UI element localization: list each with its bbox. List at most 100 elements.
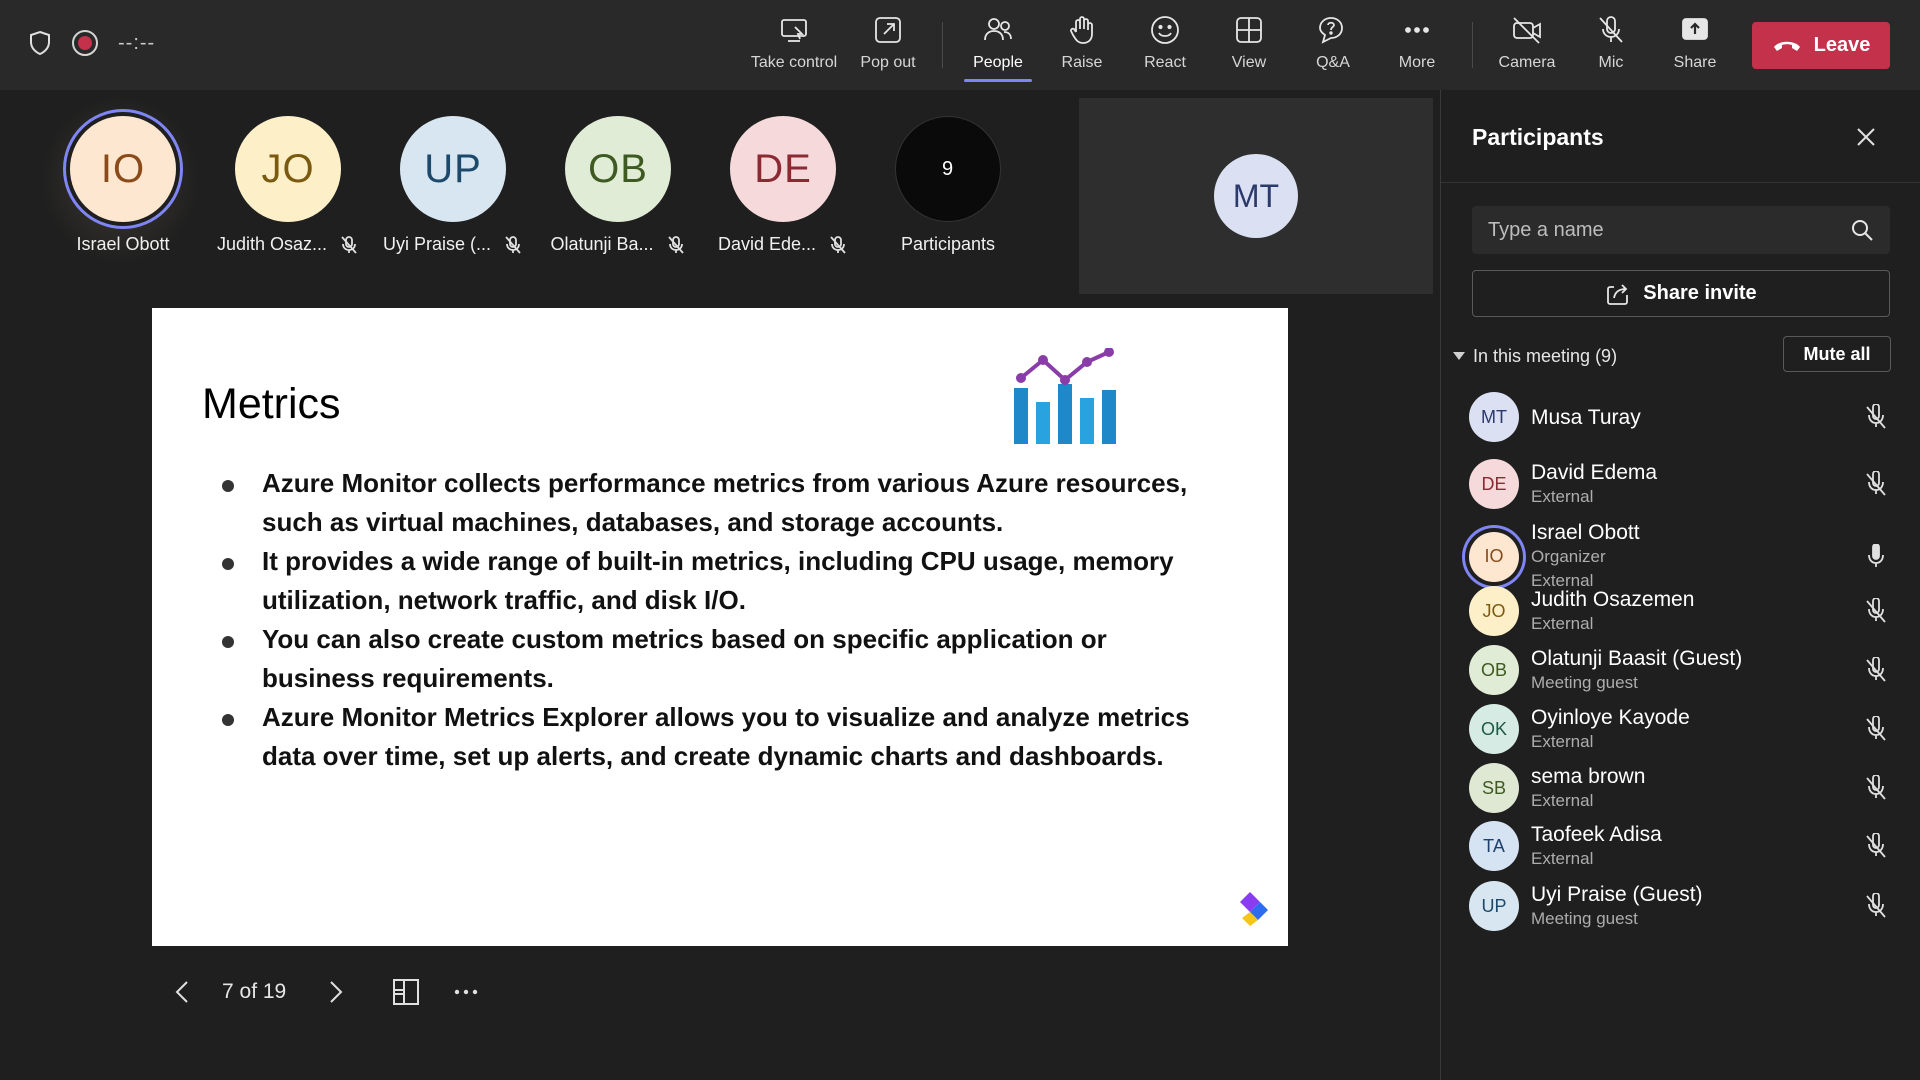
participant-name: Olatunji Ba... xyxy=(550,234,654,254)
hang-up-icon xyxy=(1773,41,1800,51)
more-label: More xyxy=(1398,54,1436,71)
slide-bullet: Azure Monitor collects performance metri… xyxy=(216,464,1226,542)
toolbar-divider xyxy=(942,22,943,68)
close-icon[interactable] xyxy=(1855,126,1877,148)
participant-tile[interactable]: IO Israel Obott xyxy=(48,116,198,276)
more-button[interactable]: More xyxy=(1375,14,1459,80)
participant-row[interactable]: SB sema brown External xyxy=(1469,763,1889,813)
participant-row[interactable]: DE David Edema External xyxy=(1469,459,1889,509)
participant-role: External xyxy=(1531,486,1594,506)
mic-off-icon xyxy=(830,235,846,254)
mic-off-icon[interactable] xyxy=(1863,716,1889,742)
participant-tile[interactable]: JO Judith Osaz... xyxy=(213,116,363,276)
mute-all-button[interactable]: Mute all xyxy=(1783,336,1891,372)
panel-title: Participants xyxy=(1472,124,1604,150)
avatar: OB xyxy=(1469,645,1519,695)
participant-tile[interactable]: OB Olatunji Ba... xyxy=(543,116,693,276)
avatar: JO xyxy=(1469,586,1519,636)
react-button[interactable]: React xyxy=(1123,14,1207,80)
participant-name: Taofeek Adisa xyxy=(1531,822,1662,846)
pop-out-icon xyxy=(875,17,901,43)
avatar: JO xyxy=(235,116,341,222)
avatar: MT xyxy=(1214,154,1298,238)
avatar-initials: OK xyxy=(1480,718,1507,739)
share-screen-icon xyxy=(1682,18,1708,40)
previous-slide-icon[interactable] xyxy=(168,977,198,1007)
avatar: DE xyxy=(1469,459,1519,509)
participant-role: External xyxy=(1531,731,1594,751)
slide-bullet: Azure Monitor Metrics Explorer allows yo… xyxy=(216,698,1226,776)
participant-name: David Ede... xyxy=(717,234,817,254)
mic-off-icon[interactable] xyxy=(1863,775,1889,801)
qa-button[interactable]: Q&A xyxy=(1291,14,1375,80)
participant-row[interactable]: JO Judith Osazemen External xyxy=(1469,586,1889,636)
toolbar-divider xyxy=(1472,22,1473,68)
mic-off-icon[interactable] xyxy=(1863,657,1889,683)
participant-name: Judith Osazemen xyxy=(1531,587,1695,611)
avatar-initials: UP xyxy=(424,146,482,191)
next-slide-icon[interactable] xyxy=(320,977,350,1007)
avatar-initials: IO xyxy=(1484,546,1504,566)
pop-out-button[interactable]: Pop out xyxy=(846,14,930,80)
avatar-initials: IO xyxy=(100,146,146,191)
participants-count-tile[interactable]: 9 Participants xyxy=(873,116,1023,276)
participant-name: Uyi Praise (... xyxy=(382,234,492,254)
video-tile[interactable]: MT xyxy=(1079,98,1433,294)
share-button[interactable]: Share xyxy=(1653,14,1737,80)
view-button[interactable]: View xyxy=(1207,14,1291,80)
chevron-down-icon xyxy=(1453,352,1465,360)
metrics-chart-icon xyxy=(1014,348,1116,444)
share-invite-button[interactable]: Share invite xyxy=(1472,270,1890,317)
participant-row[interactable]: IO Israel Obott Organizer External xyxy=(1469,520,1889,593)
participant-row[interactable]: TA Taofeek Adisa External xyxy=(1469,821,1889,871)
mic-off-icon[interactable] xyxy=(1863,833,1889,859)
brand-logo-icon xyxy=(1240,892,1268,926)
camera-button[interactable]: Camera xyxy=(1485,14,1569,80)
participant-tile[interactable]: UP Uyi Praise (... xyxy=(378,116,528,276)
people-icon xyxy=(984,18,1012,41)
meeting-status: --:-- xyxy=(28,30,155,56)
avatar: IO xyxy=(1469,531,1519,582)
avatar: TA xyxy=(1469,821,1519,871)
participant-role: Meeting guest xyxy=(1531,908,1638,928)
slide-bullets: Azure Monitor collects performance metri… xyxy=(216,464,1226,776)
participant-tile[interactable]: DE David Ede... xyxy=(708,116,858,276)
mic-off-icon xyxy=(505,235,521,254)
leave-button[interactable]: Leave xyxy=(1752,22,1890,69)
meeting-timer: --:-- xyxy=(118,31,156,54)
meeting-toolbar: --:-- Take control Pop out People Raise … xyxy=(0,0,1920,90)
participant-row[interactable]: OB Olatunji Baasit (Guest) Meeting guest xyxy=(1469,645,1889,695)
mic-button[interactable]: Mic xyxy=(1569,14,1653,80)
search-icon[interactable] xyxy=(1850,218,1874,242)
mic-off-icon[interactable] xyxy=(1863,598,1889,624)
participant-row[interactable]: MT Musa Turay xyxy=(1469,392,1889,442)
participant-name: Uyi Praise (Guest) xyxy=(1531,882,1703,906)
search-input[interactable] xyxy=(1488,218,1850,242)
participant-name: sema brown xyxy=(1531,764,1646,788)
participant-info: Judith Osazemen External xyxy=(1531,587,1889,636)
participant-row[interactable]: UP Uyi Praise (Guest) Meeting guest xyxy=(1469,881,1889,931)
shield-icon xyxy=(30,30,50,56)
avatar-initials: JO xyxy=(1482,600,1506,621)
participants-panel: Participants Share invite In this meetin… xyxy=(1440,90,1920,1080)
mic-icon[interactable] xyxy=(1863,543,1889,570)
participant-name: Olatunji Baasit (Guest) xyxy=(1531,646,1743,670)
avatar-initials: DE xyxy=(754,146,812,191)
participant-name: Israel Obott xyxy=(76,234,170,254)
mic-off-icon[interactable] xyxy=(1863,404,1889,430)
mic-off-icon[interactable] xyxy=(1863,471,1889,497)
presentation-slide: Metrics Azure Monitor collects performan… xyxy=(152,308,1288,946)
section-label: In this meeting (9) xyxy=(1473,345,1618,366)
slide-overview-icon[interactable] xyxy=(390,976,422,1008)
take-control-icon xyxy=(781,19,807,42)
raise-hand-button[interactable]: Raise xyxy=(1040,14,1124,80)
participant-row[interactable]: OK Oyinloye Kayode External xyxy=(1469,704,1889,754)
take-control-button[interactable]: Take control xyxy=(751,14,837,80)
avatar-initials: JO xyxy=(261,146,315,191)
people-button[interactable]: People xyxy=(956,14,1040,82)
more-options-icon[interactable] xyxy=(450,976,482,1008)
avatar: SB xyxy=(1469,763,1519,813)
share-label: Share xyxy=(1673,54,1717,71)
avatar-initials: MT xyxy=(1481,406,1507,427)
mic-off-icon[interactable] xyxy=(1863,893,1889,919)
